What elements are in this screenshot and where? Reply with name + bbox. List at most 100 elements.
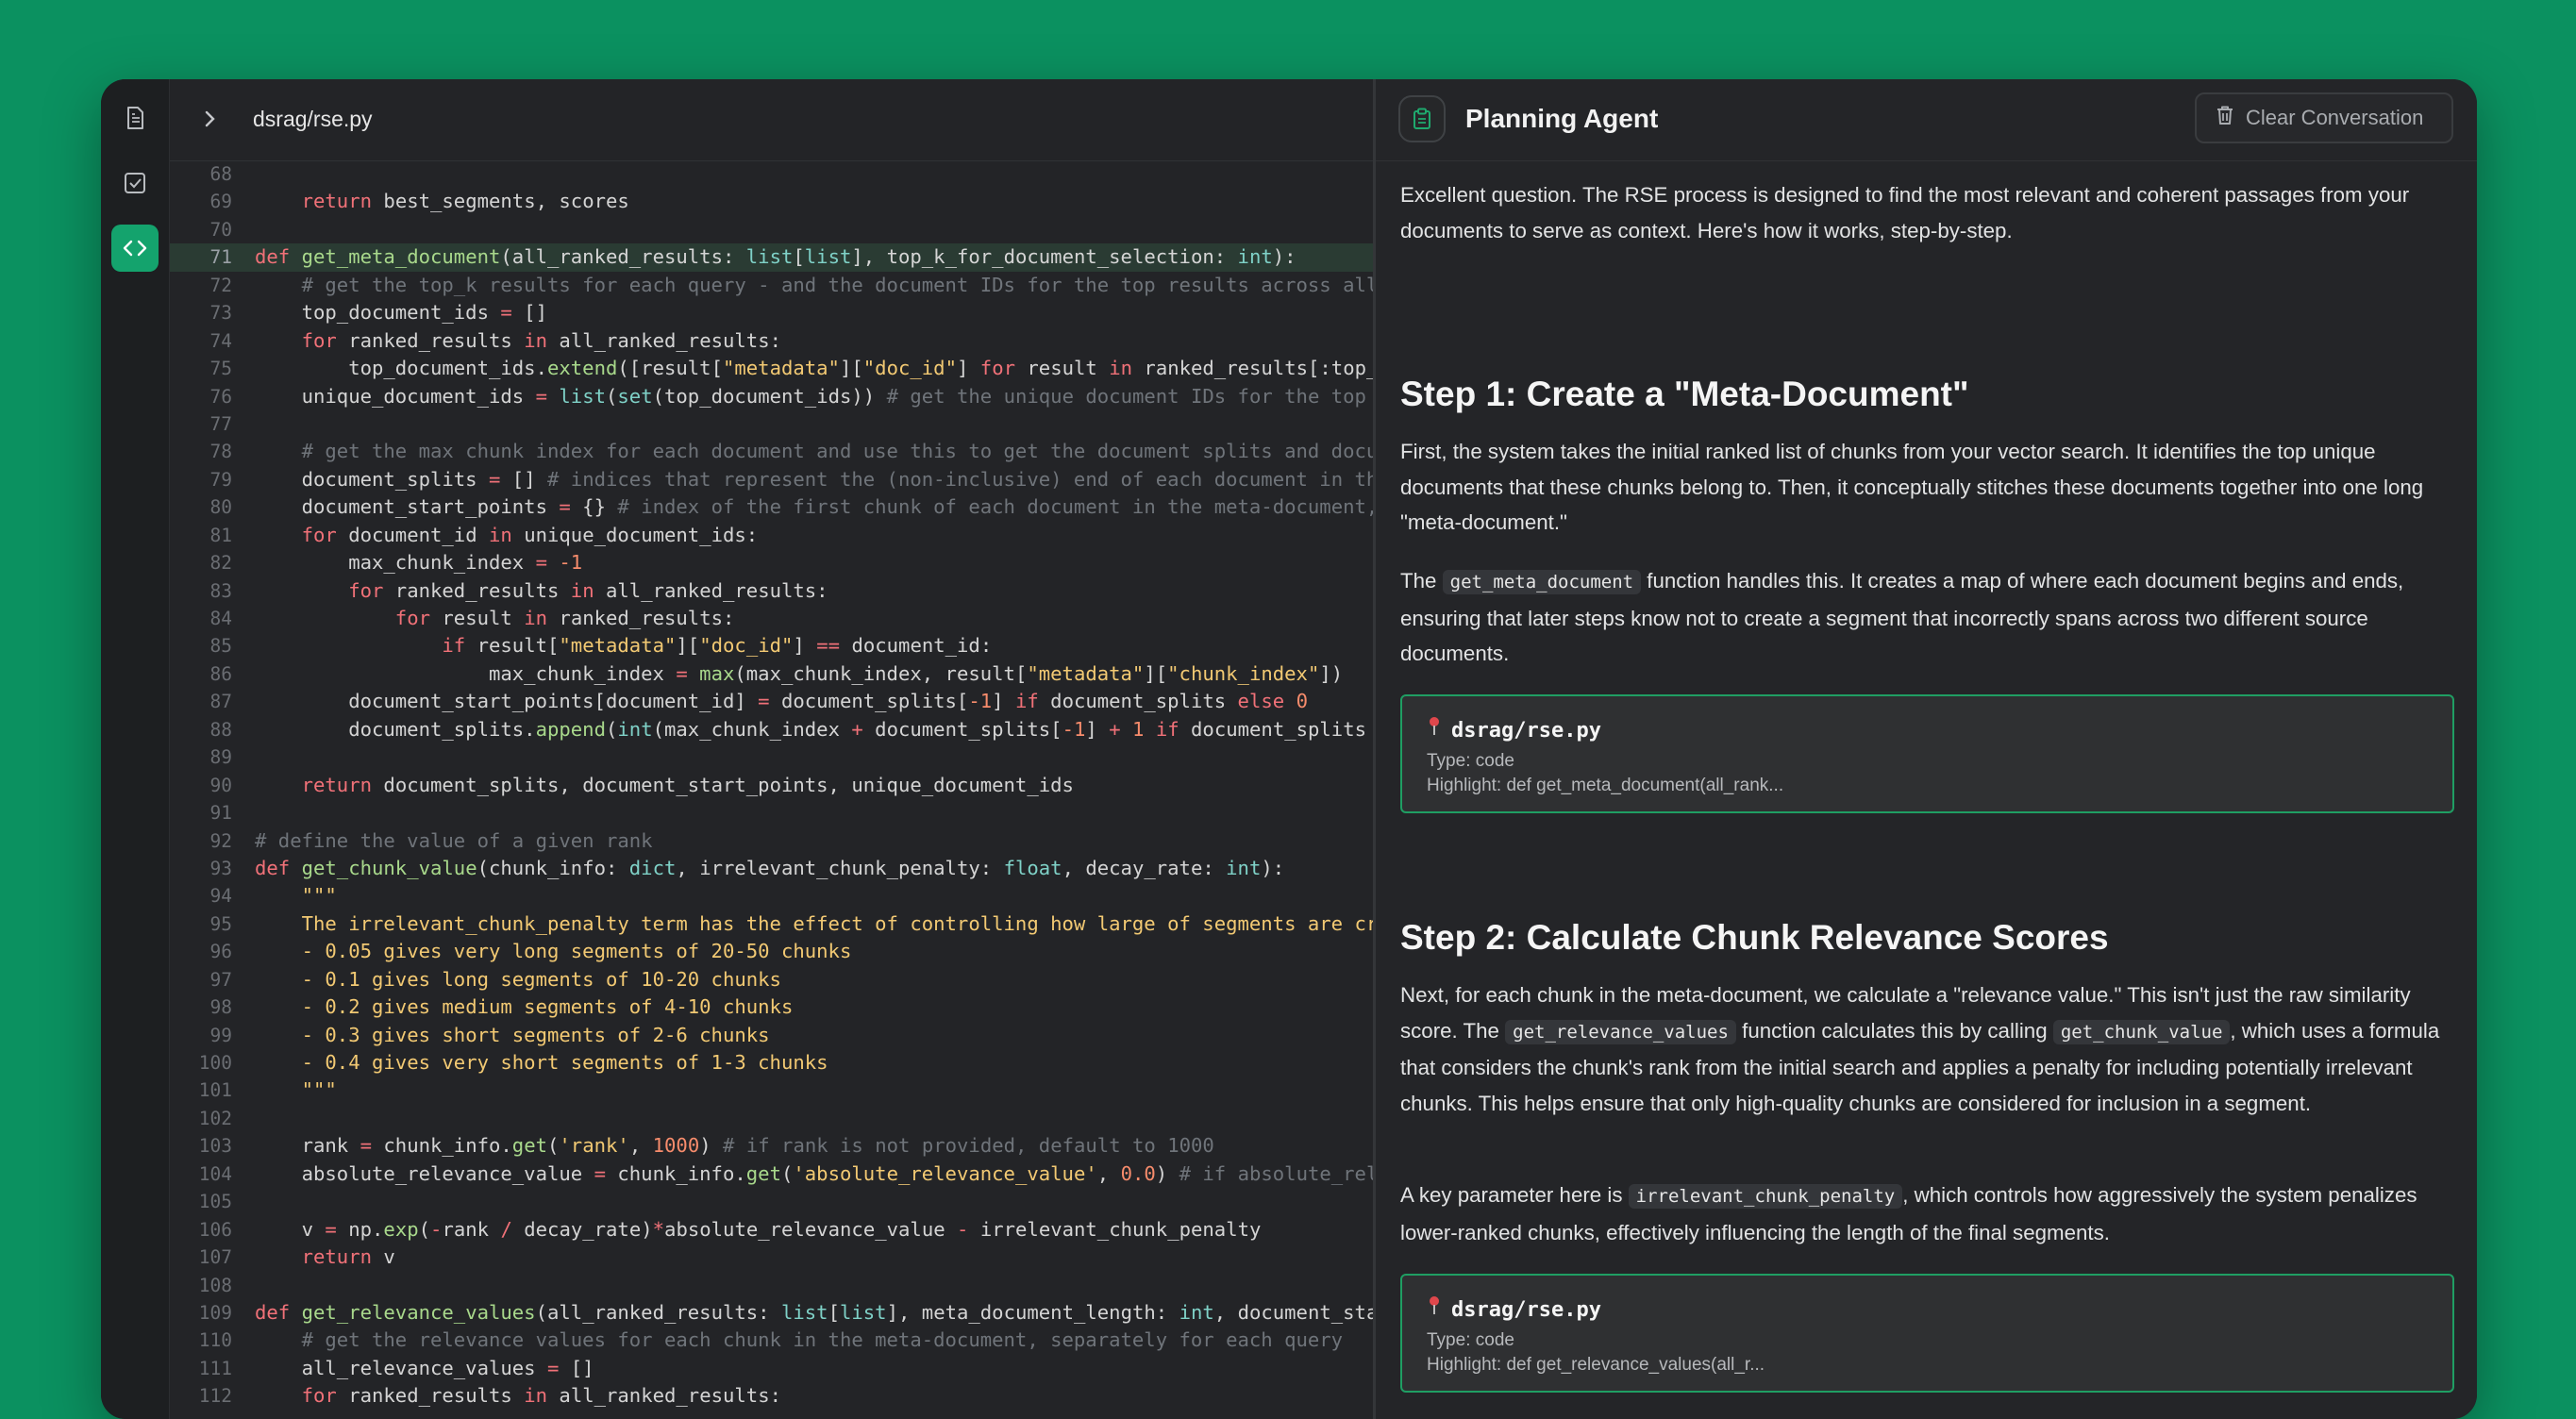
line-number: 111: [198, 1357, 232, 1379]
clear-conversation-button[interactable]: Clear Conversation: [2195, 92, 2453, 143]
code-line: 81 for document_id in unique_document_id…: [170, 522, 1373, 549]
line-code: document_start_points[document_id] = doc…: [255, 690, 1308, 713]
line-code: - 0.2 gives medium segments of 4-10 chun…: [301, 995, 794, 1019]
reference-file: dsrag/rse.py: [1451, 1298, 1601, 1322]
line-number: 83: [209, 579, 232, 602]
line-code: top_document_ids.extend([result["metadat…: [255, 357, 1373, 380]
line-code: def get_meta_document(all_ranked_results…: [255, 245, 1296, 269]
line-number: 112: [198, 1385, 232, 1408]
code-line: 99 - 0.3 gives short segments of 2-6 chu…: [170, 1022, 1373, 1049]
code-line: 96 - 0.05 gives very long segments of 20…: [170, 938, 1373, 965]
line-number: 81: [209, 524, 232, 546]
file-icon[interactable]: [111, 94, 159, 142]
code-line: 108: [170, 1272, 1373, 1299]
step2-paragraph-2: A key parameter here is irrelevant_chunk…: [1400, 1183, 2417, 1244]
line-code: document_splits = [] # indices that repr…: [255, 467, 1373, 491]
code-line: 103 rank = chunk_info.get('rank', 1000) …: [170, 1132, 1373, 1160]
code-line: 80 document_start_points = {} # index of…: [170, 493, 1373, 521]
inline-code: get_chunk_value: [2052, 1019, 2231, 1044]
line-code: - 0.4 gives very short segments of 1-3 c…: [301, 1051, 828, 1074]
code-line: 111 all_relevance_values = []: [170, 1355, 1373, 1382]
line-code: """: [301, 1078, 337, 1102]
step1-paragraph-2: The get_meta_document function handles t…: [1400, 569, 2404, 665]
reference-highlight: Highlight: def get_meta_document(all_ran…: [1427, 776, 1784, 795]
code-line: 109 def get_relevance_values(all_ranked_r…: [170, 1299, 1373, 1327]
line-code: for result in ranked_results:: [394, 607, 735, 629]
line-number: 100: [198, 1052, 232, 1074]
clipboard-icon: [1398, 95, 1446, 142]
line-number: 68: [209, 163, 232, 185]
line-number: 76: [209, 385, 232, 408]
code-line: 100 - 0.4 gives very short segments of 1…: [170, 1049, 1373, 1077]
line-code: for ranked_results in all_ranked_results…: [301, 328, 781, 352]
line-code: rank = chunk_info.get('rank', 1000) # if…: [255, 1134, 1214, 1158]
reference-file: dsrag/rse.py: [1451, 719, 1601, 743]
line-code: max_chunk_index = -1: [255, 551, 583, 575]
code-line: 105: [170, 1188, 1373, 1215]
line-number: 91: [209, 802, 232, 825]
reference-highlight: Highlight: def get_relevance_values(all_…: [1427, 1355, 1765, 1375]
code-line: 82 max_chunk_index = -1: [170, 549, 1373, 576]
code-line: 85 if result["metadata"]["doc_id"] == do…: [170, 632, 1373, 659]
line-number: 106: [198, 1218, 232, 1241]
line-code: for ranked_results in all_ranked_results…: [301, 1384, 781, 1408]
intro-paragraph: Excellent question. The RSE process is d…: [1400, 183, 2410, 242]
step1-heading: Step 1: Create a "Meta-Document": [1400, 375, 1969, 413]
line-number: 74: [209, 329, 232, 352]
app-window: dsrag/rse.py 68 69 return best_segments, …: [101, 79, 2477, 1419]
agent-title: Planning Agent: [1465, 104, 1659, 133]
code-view[interactable]: 68 69 return best_segments, scores 70 71 def…: [170, 160, 1373, 1419]
line-number: 107: [198, 1246, 232, 1269]
code-line: 94 """: [170, 882, 1373, 910]
line-code: max_chunk_index = max(max_chunk_index, r…: [255, 661, 1344, 685]
step1-paragraph-1: First, the system takes the initial rank…: [1400, 440, 2424, 534]
line-number: 70: [209, 218, 232, 241]
line-number: 79: [209, 468, 232, 491]
line-number: 80: [209, 496, 232, 519]
line-number: 96: [209, 941, 232, 963]
line-number: 92: [209, 829, 232, 852]
line-number: 87: [209, 691, 232, 713]
code-line: 107 return v: [170, 1244, 1373, 1271]
line-number: 88: [209, 718, 232, 741]
editor-header: dsrag/rse.py: [170, 79, 1373, 161]
line-number: 94: [209, 885, 232, 908]
line-number: 95: [209, 912, 232, 935]
line-number: 77: [209, 412, 232, 435]
reference-type: Type: code: [1427, 1330, 1514, 1350]
line-code: all_relevance_values = []: [255, 1356, 594, 1379]
line-code: The irrelevant_chunk_penalty term has th…: [301, 911, 1373, 935]
code-line: 73 top_document_ids = []: [170, 299, 1373, 326]
code-line: 68: [170, 160, 1373, 188]
checklist-icon[interactable]: [111, 159, 159, 207]
line-code: # get the top_k results for each query -…: [301, 273, 1373, 296]
code-reference-card[interactable]: dsrag/rse.py Type: code Highlight: def g…: [1400, 694, 2454, 813]
line-code: for ranked_results in all_ranked_results…: [348, 578, 828, 602]
code-icon[interactable]: [111, 225, 159, 272]
line-code: def get_relevance_values(all_ranked_resu…: [255, 1300, 1373, 1324]
chevron-right-icon[interactable]: [200, 108, 219, 135]
line-code: """: [301, 884, 337, 908]
code-reference-card[interactable]: dsrag/rse.py Type: code Highlight: def g…: [1400, 1274, 2454, 1393]
code-line: 106 v = np.exp(-rank / decay_rate)*absol…: [170, 1216, 1373, 1244]
line-code: # get the max chunk index for each docum…: [301, 440, 1373, 463]
code-line: 97 - 0.1 gives long segments of 10-20 ch…: [170, 966, 1373, 993]
code-line: 112 for ranked_results in all_ranked_res…: [170, 1382, 1373, 1410]
line-number: 98: [209, 996, 232, 1019]
code-line: 93 def get_chunk_value(chunk_info: dict, …: [170, 855, 1373, 882]
code-line: 87 document_start_points[document_id] = …: [170, 688, 1373, 715]
code-line: 104 absolute_relevance_value = chunk_inf…: [170, 1160, 1373, 1188]
line-number: 78: [209, 441, 232, 463]
line-code: - 0.1 gives long segments of 10-20 chunk…: [301, 967, 781, 991]
line-code: document_start_points = {} # index of th…: [255, 495, 1373, 519]
chat-messages[interactable]: Excellent question. The RSE process is d…: [1400, 160, 2457, 1419]
line-code: if result["metadata"]["doc_id"] == docum…: [442, 634, 993, 658]
line-code: document_splits.append(int(max_chunk_ind…: [255, 717, 1373, 741]
chat-header: Planning Agent Clear Conversation: [1376, 79, 2477, 161]
code-line: 77: [170, 410, 1373, 438]
line-code: - 0.05 gives very long segments of 20-50…: [301, 940, 852, 963]
code-editor: dsrag/rse.py 68 69 return best_segments, …: [170, 79, 1373, 1419]
code-line: 79 document_splits = [] # indices that r…: [170, 466, 1373, 493]
code-line: 89: [170, 743, 1373, 771]
code-line: 88 document_splits.append(int(max_chunk_…: [170, 716, 1373, 743]
